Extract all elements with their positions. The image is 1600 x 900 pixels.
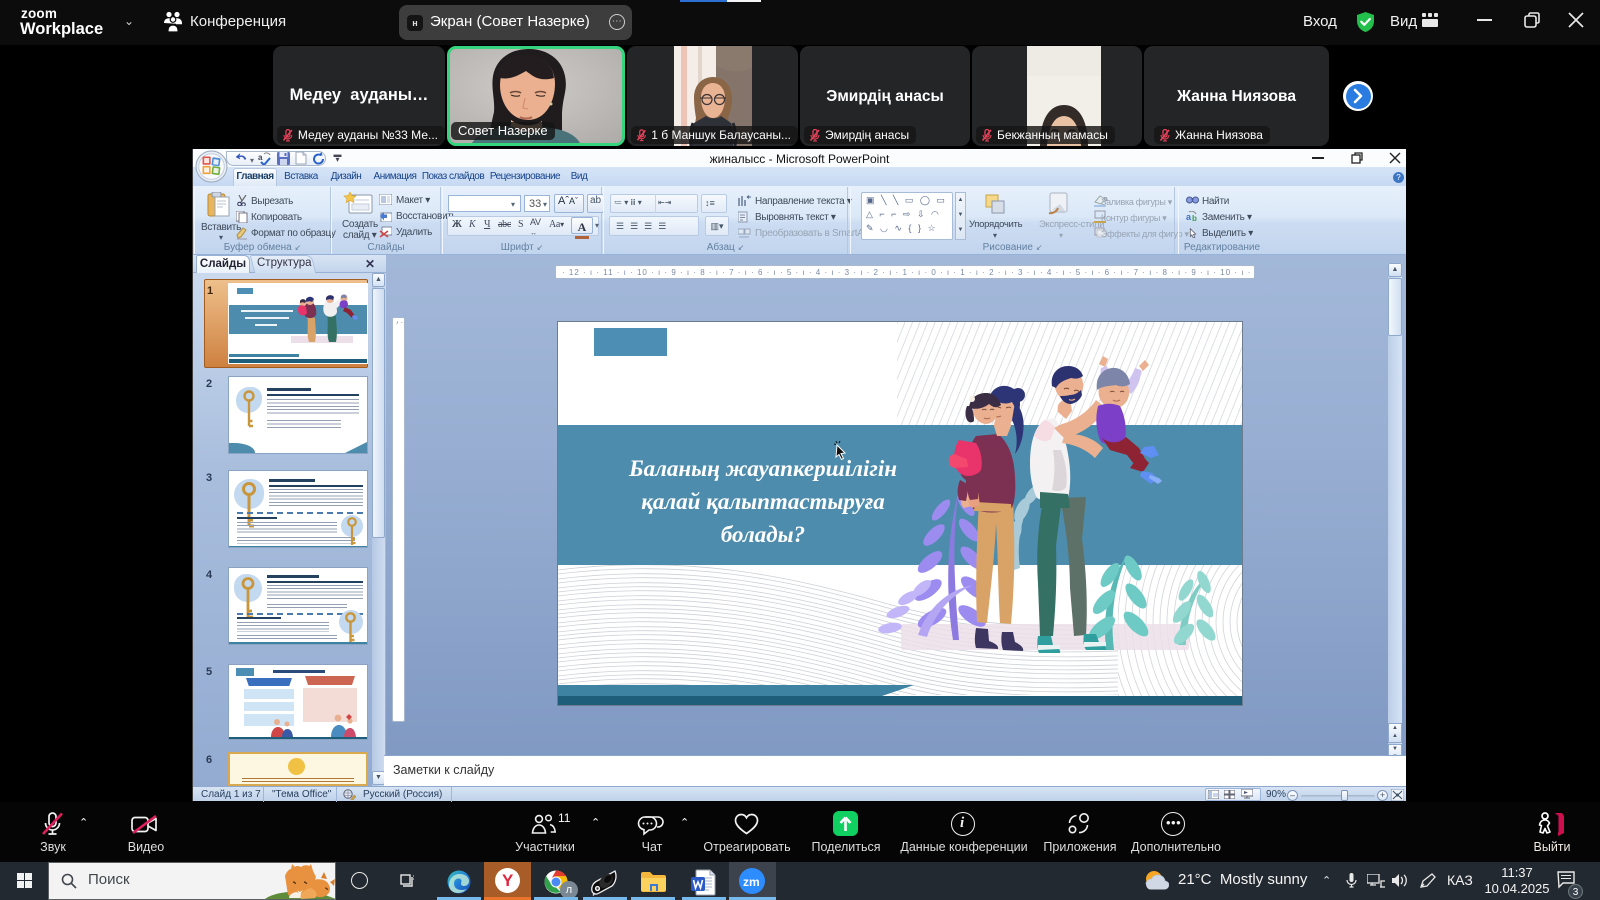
svg-text:b: b (1192, 214, 1197, 222)
